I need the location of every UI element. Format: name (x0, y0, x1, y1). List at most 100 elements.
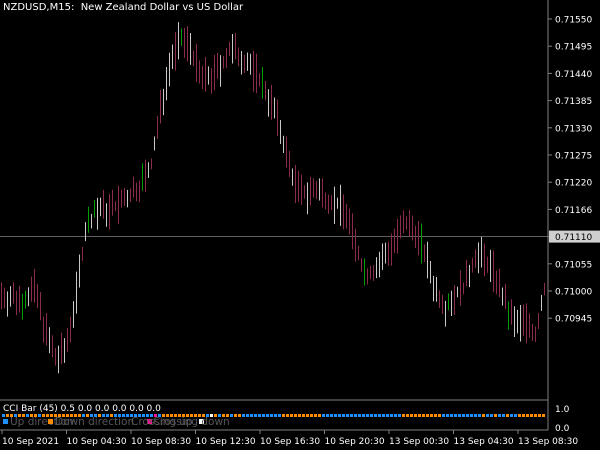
price-tick-label: 0.71330 (555, 124, 592, 134)
indicator-square (334, 414, 337, 417)
legend-down-direction: Down direction (55, 416, 135, 428)
price-chart[interactable]: 0.71550 0.71495 0.71440 0.71385 0.71330 0.712… (0, 0, 600, 450)
indicator-square (526, 414, 529, 417)
indicator-square (458, 414, 461, 417)
indicator-square (426, 414, 429, 417)
indicator-square (278, 414, 281, 417)
indicator-square (430, 414, 433, 417)
indicator-square (394, 414, 397, 417)
time-tick-label: 10 Sep 08:30 (131, 437, 191, 447)
indicator-square (454, 414, 457, 417)
indicator-square (482, 414, 485, 417)
time-tick-label: 10 Sep 12:30 (196, 437, 256, 447)
indicator-square (282, 414, 285, 417)
indicator-square (450, 414, 453, 417)
indicator-square (406, 414, 409, 417)
indicator-square (294, 414, 297, 417)
indicator-scale-top: 1.0 (555, 405, 570, 415)
indicator-square (534, 414, 537, 417)
indicator-square (6, 414, 9, 417)
indicator-square (402, 414, 405, 417)
indicator-square (378, 414, 381, 417)
indicator-square (418, 414, 421, 417)
time-tick-label: 10 Sep 20:30 (325, 437, 385, 447)
indicator-square (494, 414, 497, 417)
indicator-square (2, 414, 5, 417)
legend-crossing-down: Crossing down (153, 416, 230, 428)
indicator-square (290, 414, 293, 417)
indicator-square (374, 414, 377, 417)
indicator-square (422, 414, 425, 417)
indicator-square (370, 414, 373, 417)
price-tick-label: 0.71166 (555, 206, 592, 216)
indicator-square (522, 414, 525, 417)
price-tick-label: 0.71440 (555, 70, 592, 80)
time-tick-label: 13 Sep 04:30 (454, 437, 514, 447)
chart-title: NZDUSD,M15: New Zealand Dollar vs US Dol… (3, 2, 244, 13)
indicator-square (466, 414, 469, 417)
indicator-square (322, 414, 325, 417)
indicator-square (366, 414, 369, 417)
symbol-description: New Zealand Dollar vs US Dollar (80, 2, 244, 13)
indicator-square (538, 414, 541, 417)
indicator-square (242, 414, 245, 417)
indicator-square (386, 414, 389, 417)
indicator-square (442, 414, 445, 417)
time-tick-label: 13 Sep 00:30 (389, 437, 449, 447)
indicator-square (338, 414, 341, 417)
indicator-square (530, 414, 533, 417)
indicator-square (434, 414, 437, 417)
indicator-square (382, 414, 385, 417)
indicator-square (266, 414, 269, 417)
time-tick-label: 10 Sep 2021 (2, 437, 59, 447)
chart-window[interactable]: 0.71550 0.71495 0.71440 0.71385 0.71330 0.712… (0, 0, 600, 450)
indicator-square (446, 414, 449, 417)
indicator-square (474, 414, 477, 417)
price-tick-label: 0.71220 (555, 179, 592, 189)
indicator-square (262, 414, 265, 417)
indicator-square (510, 414, 513, 417)
indicator-square (542, 414, 545, 417)
indicator-square (486, 414, 489, 417)
current-price-label: 0.71110 (555, 233, 592, 243)
indicator-square (258, 414, 261, 417)
indicator-square (502, 414, 505, 417)
time-tick-label: 10 Sep 04:30 (67, 437, 127, 447)
indicator-square (498, 414, 501, 417)
indicator-square (302, 414, 305, 417)
indicator-square (234, 414, 237, 417)
indicator-square (326, 414, 329, 417)
indicator-square (246, 414, 249, 417)
indicator-scale-bottom: 0.0 (555, 424, 570, 434)
price-tick-label: 0.71385 (555, 97, 592, 107)
indicator-square (270, 414, 273, 417)
indicator-square (254, 414, 257, 417)
indicator-square (438, 414, 441, 417)
price-tick-label: 0.71275 (555, 152, 592, 162)
indicator-square (306, 414, 309, 417)
price-tick-label: 0.70945 (555, 315, 592, 325)
price-tick-label: 0.71550 (555, 16, 592, 26)
indicator-square (518, 414, 521, 417)
indicator-square (310, 414, 313, 417)
indicator-square (362, 414, 365, 417)
indicator-square (330, 414, 333, 417)
symbol-label: NZDUSD (3, 2, 47, 13)
indicator-square (342, 414, 345, 417)
indicator-square (238, 414, 241, 417)
price-tick-label: 0.71000 (555, 288, 592, 298)
indicator-square (398, 414, 401, 417)
indicator-square (414, 414, 417, 417)
up-direction-swatch (3, 419, 8, 424)
indicator-square (514, 414, 517, 417)
indicator-square (390, 414, 393, 417)
indicator-square (490, 414, 493, 417)
indicator-square (350, 414, 353, 417)
indicator-square (354, 414, 357, 417)
timeframe-label: M15 (49, 2, 71, 13)
indicator-square (470, 414, 473, 417)
indicator-square (298, 414, 301, 417)
indicator-square (410, 414, 413, 417)
indicator-square (478, 414, 481, 417)
price-tick-label: 0.71495 (555, 43, 592, 53)
